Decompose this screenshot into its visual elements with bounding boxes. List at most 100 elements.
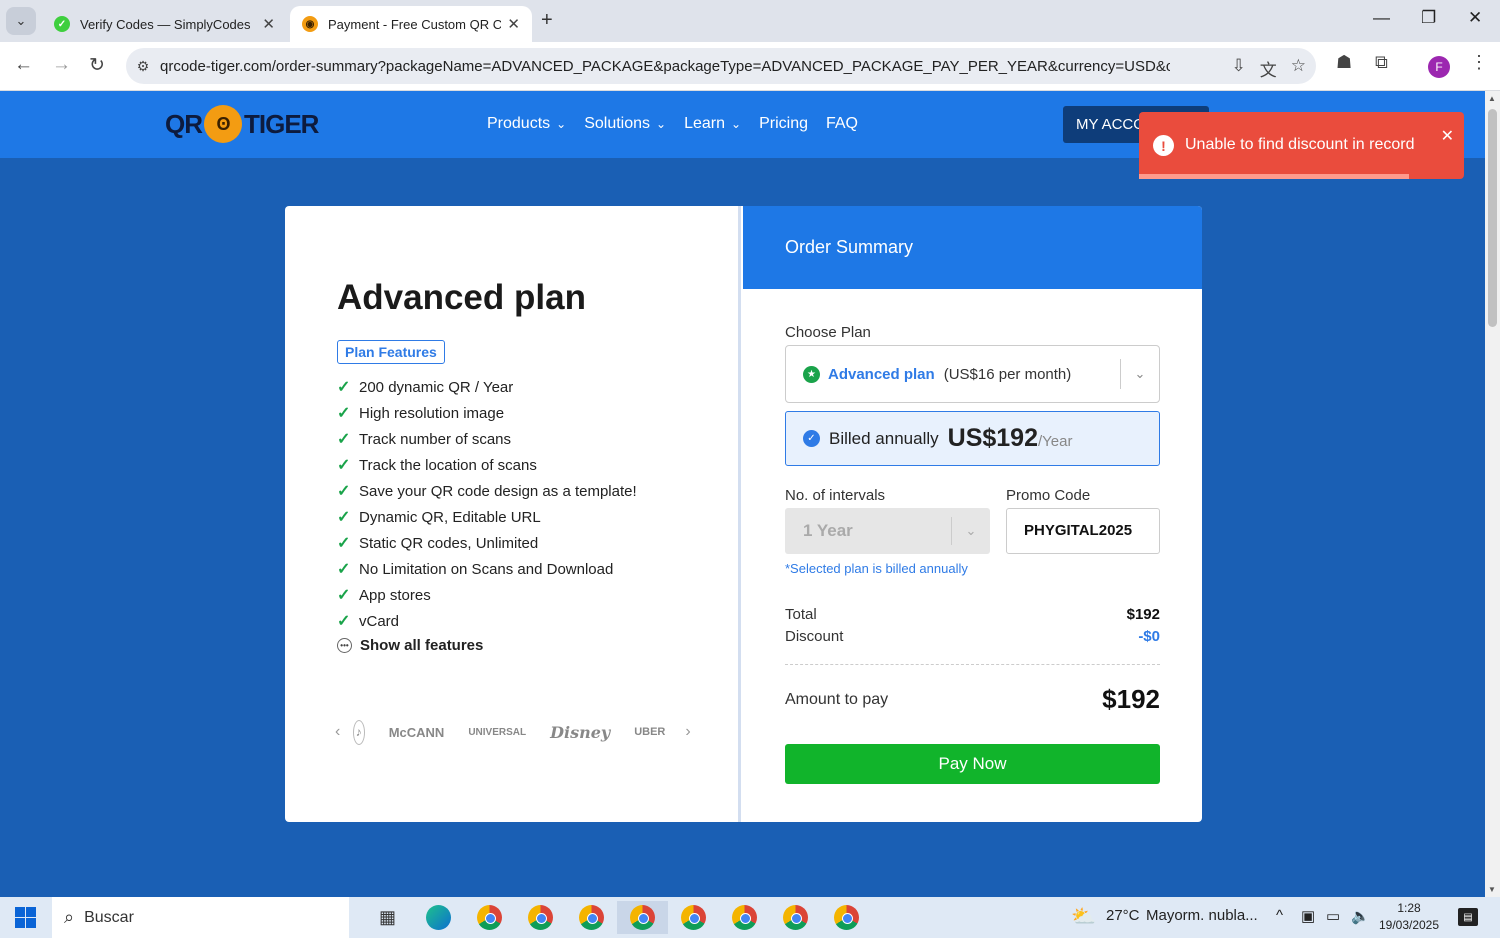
billed-annually-option[interactable]: ✓ Billed annually US$192 /Year [785,411,1160,466]
chrome-profile-icon-active[interactable] [617,901,668,934]
check-icon: ✓ [337,483,351,500]
selected-plan-name: Advanced plan [828,365,935,383]
discount-row: Discount -$0 [785,628,1160,645]
browser-toolbar: ← → ↻ ⚙ qrcode-tiger.com/order-summary?p… [0,42,1500,91]
windows-taskbar: ⌕ Buscar ▦ ⛅ 27°C Mayorm. nubla... ^ ▣ ▭… [0,897,1500,938]
chrome-profile-icon[interactable] [515,901,566,934]
weather-desc[interactable]: Mayorm. nubla... [1146,907,1258,924]
chevron-down-icon: ⌄ [965,523,977,538]
qrtiger-favicon-icon: ◉ [302,16,318,32]
scroll-up-icon[interactable]: ▲ [1488,94,1496,103]
chrome-profile-icon[interactable] [719,901,770,934]
tab-title: Verify Codes — SimplyCodes [80,16,251,32]
carousel-prev-icon[interactable]: ‹ [335,723,345,741]
clock-time: 1:28 [1397,901,1421,915]
windows-start-icon[interactable] [15,907,36,928]
chrome-profile-icon[interactable] [821,901,872,934]
nav-faq[interactable]: FAQ [826,115,858,133]
restore-icon[interactable]: ❐ [1421,8,1436,28]
check-icon: ✓ [337,561,351,578]
chrome-profile-icon[interactable] [668,901,719,934]
feature-label: Static QR codes, Unlimited [359,534,539,552]
checkout-card: Advanced plan Plan Features ✓ 200 dynamic… [285,206,1202,822]
back-arrow-icon[interactable]: ← [14,54,33,76]
nav-label: Pricing [759,115,808,132]
edge-browser-icon[interactable] [413,901,464,934]
chrome-profile-icon[interactable] [464,901,515,934]
check-icon: ✓ [337,613,351,630]
translate-icon[interactable]: 文 [1260,56,1277,81]
feature-label: Track number of scans [359,430,511,448]
feature-label: Track the location of scans [359,456,537,474]
toast-close-icon[interactable]: ✕ [1441,126,1454,146]
feature-label: Save your QR code design as a template! [359,482,637,500]
error-alert-icon: ! [1153,135,1174,156]
extensions-puzzle-icon[interactable]: ⧉ [1375,52,1388,73]
new-tab-plus-icon[interactable]: + [541,9,553,32]
total-label: Total [785,606,817,623]
tab-qrcode-tiger[interactable]: ◉ Payment - Free Custom QR Cod ✕ [290,6,532,42]
plan-select[interactable]: ★ Advanced plan (US$16 per month) ⌄ [785,345,1160,403]
feature-label: No Limitation on Scans and Download [359,560,614,578]
check-icon: ✓ [337,405,351,422]
site-info-icon[interactable]: ⚙ [126,58,160,75]
scrollbar-thumb[interactable] [1488,109,1497,327]
taskbar-search[interactable]: ⌕ Buscar [52,897,349,938]
feature-item: ✓ vCard [337,608,637,634]
intervals-select[interactable]: 1 Year ⌄ [785,508,990,554]
meet-now-icon[interactable]: ▣ [1301,907,1315,925]
tab-search-chevron-icon[interactable]: ⌄ [6,7,36,35]
address-bar[interactable]: ⚙ qrcode-tiger.com/order-summary?package… [126,48,1316,84]
billed-amount: US$192 [947,424,1038,452]
minimize-icon[interactable]: — [1373,8,1390,28]
browser-menu-icon[interactable]: ⋮ [1470,52,1488,73]
more-dots-icon: ••• [337,638,352,653]
tab-close-icon[interactable]: ✕ [507,15,520,33]
brand-logo: Disney [550,722,611,742]
task-view-icon[interactable]: ▦ [362,901,413,934]
billed-period: /Year [1038,433,1073,450]
notification-center-icon[interactable]: ▤ [1458,908,1478,926]
feature-item: ✓ Save your QR code design as a template! [337,478,637,504]
chrome-profile-icon[interactable] [770,901,821,934]
profile-avatar[interactable]: F [1428,56,1450,78]
check-icon: ✓ [337,379,351,396]
network-icon[interactable]: ▭ [1326,907,1340,925]
feature-item: ✓ 200 dynamic QR / Year [337,374,637,400]
reload-icon[interactable]: ↻ [89,54,105,77]
volume-icon[interactable]: 🔈 [1351,907,1370,925]
nav-learn[interactable]: Learn ⌄ [684,115,741,133]
page-scrollbar[interactable]: ▲ ▼ [1485,91,1500,897]
forward-arrow-icon[interactable]: → [52,54,71,76]
weather-cloud-icon[interactable]: ⛅ [1071,904,1096,929]
taskbar-clock[interactable]: 1:28 19/03/2025 [1376,900,1442,934]
tab-simplycodes[interactable]: ✓ Verify Codes — SimplyCodes ✕ [42,6,287,42]
scroll-down-icon[interactable]: ▼ [1488,885,1496,894]
plan-features-badge: Plan Features [337,340,445,364]
brand-logos-carousel: ‹ ♪ McCANN UNIVERSAL Disney UBER › [335,714,695,750]
nav-solutions[interactable]: Solutions ⌄ [584,115,666,133]
nav-pricing[interactable]: Pricing [759,115,808,133]
tray-chevron-up-icon[interactable]: ^ [1276,907,1283,924]
nav-products[interactable]: Products ⌄ [487,115,566,133]
promo-code-input[interactable]: PHYGITAL2025 [1006,508,1160,554]
qrtiger-logo[interactable]: QR ʘ TIGER [165,105,319,143]
weather-temp[interactable]: 27°C [1106,907,1140,924]
page-viewport: QR ʘ TIGER Products ⌄ Solutions ⌄ Learn ⌄ P… [0,91,1485,897]
url-text[interactable]: qrcode-tiger.com/order-summary?packageNa… [160,58,1170,75]
chrome-profile-icon[interactable] [566,901,617,934]
close-window-icon[interactable]: ✕ [1468,8,1482,28]
intervals-label: No. of intervals [785,487,886,504]
install-app-icon[interactable]: ⇩ [1232,56,1246,81]
feature-item: ✓ Static QR codes, Unlimited [337,530,637,556]
tab-close-icon[interactable]: ✕ [262,15,275,33]
tiktok-logo-icon: ♪ [352,719,365,745]
extension-robot-icon[interactable]: ☗ [1336,52,1352,73]
nav-label: FAQ [825,115,858,132]
bookmark-star-icon[interactable]: ☆ [1291,56,1306,81]
chevron-down-icon[interactable]: ⌄ [1121,366,1159,382]
total-row: Total $192 [785,606,1160,623]
pay-now-button[interactable]: Pay Now [785,744,1160,784]
show-all-features-link[interactable]: ••• Show all features [337,637,483,654]
carousel-next-icon[interactable]: › [685,723,695,741]
